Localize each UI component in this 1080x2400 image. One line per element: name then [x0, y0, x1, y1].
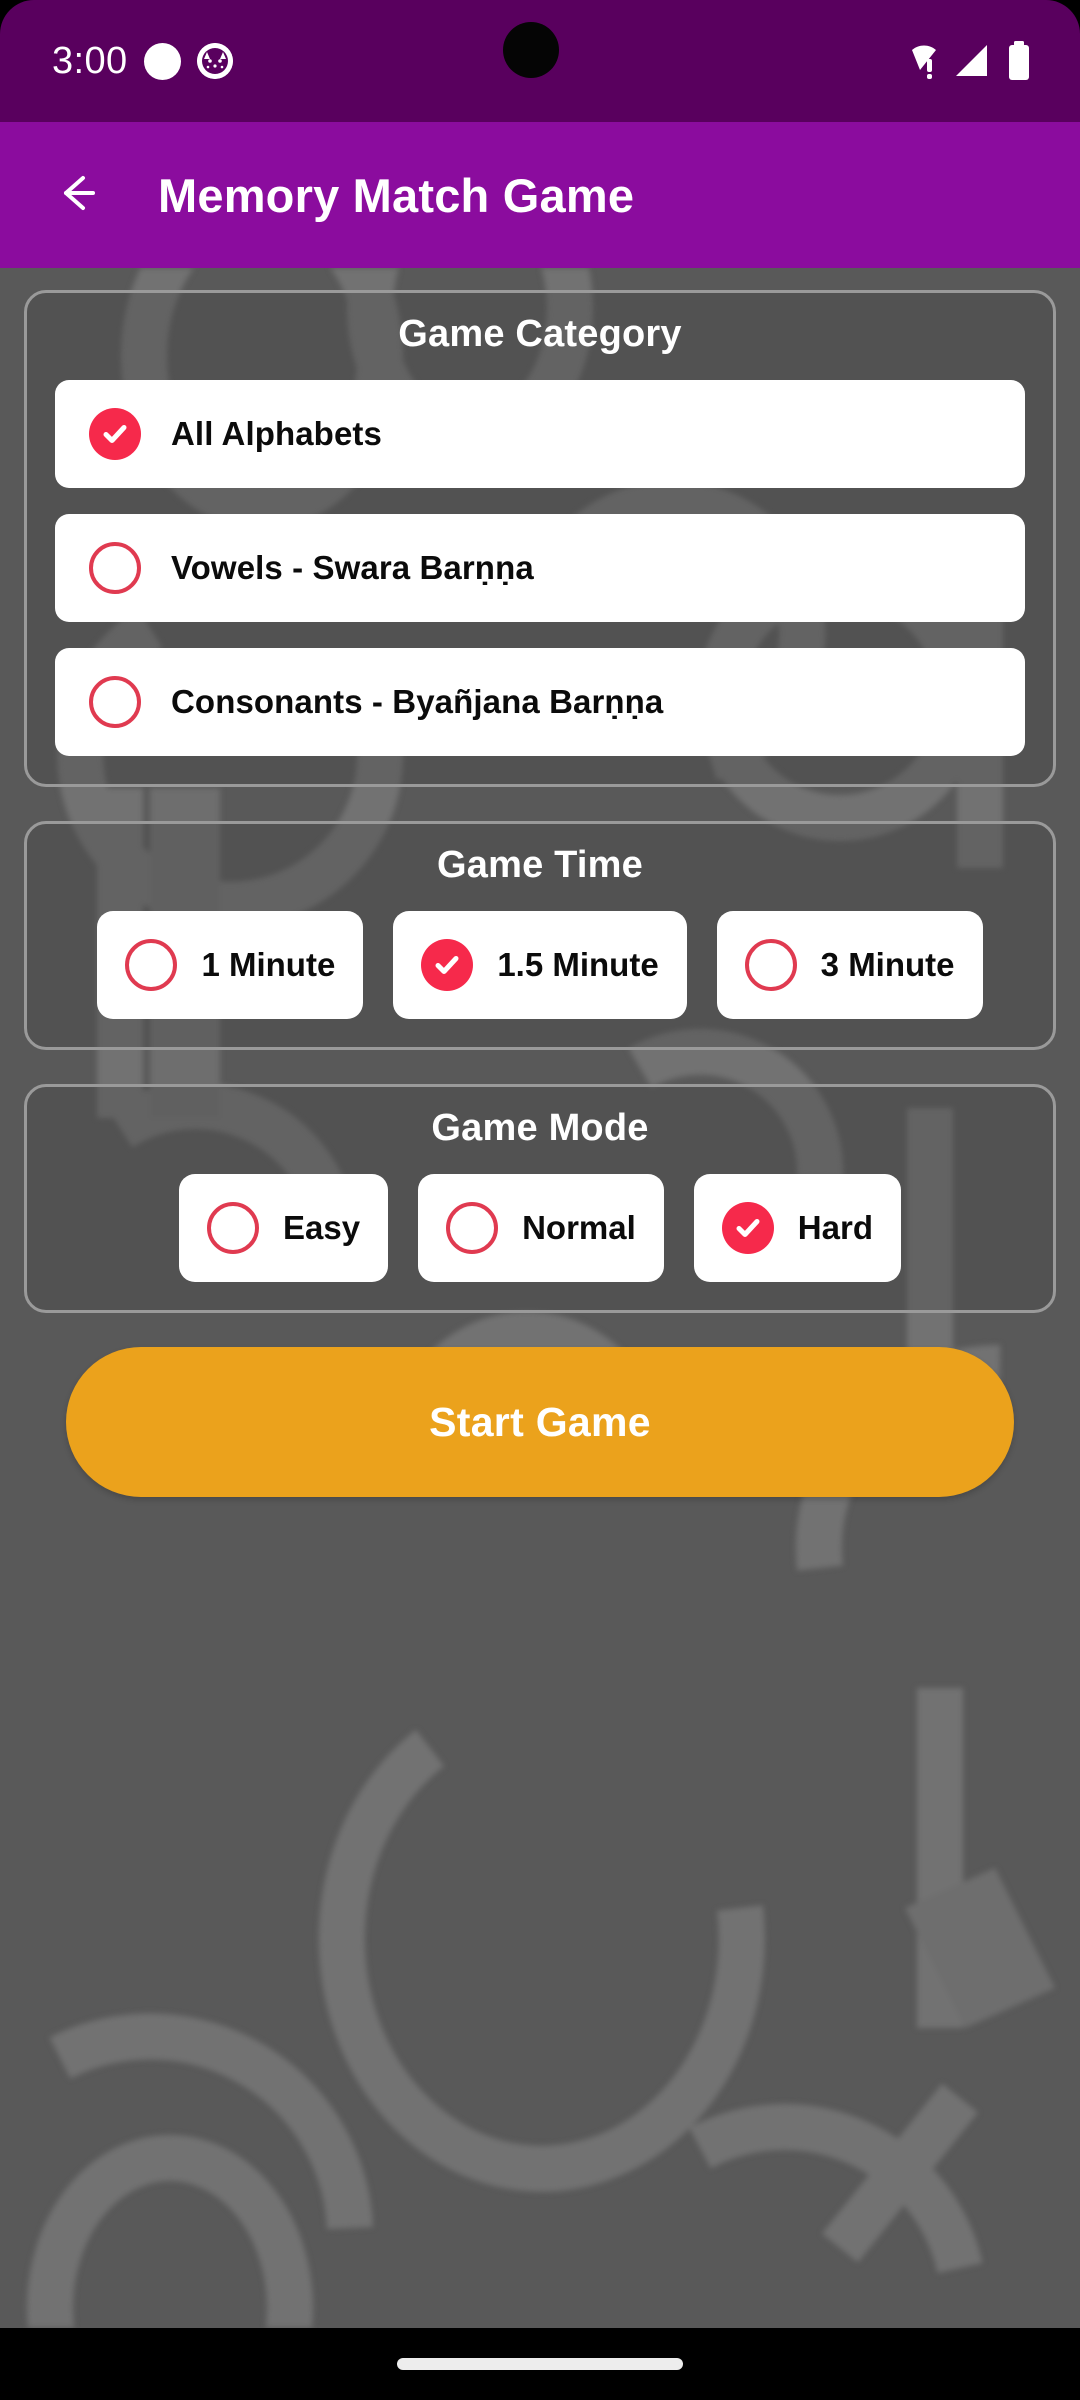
panel-game-time: Game Time 1 Minute 1.5 Minute 3 Minute	[24, 821, 1056, 1050]
radio-unchecked-icon	[744, 939, 797, 991]
status-bar-clock: 3:00	[52, 40, 128, 82]
option-normal[interactable]: Normal	[418, 1174, 664, 1282]
arrow-left-icon	[53, 168, 103, 223]
wifi-alert-icon	[896, 42, 940, 80]
notification-dot-icon	[143, 42, 181, 80]
gesture-nav-bar	[0, 2328, 1080, 2400]
radio-unchecked-icon	[89, 676, 141, 728]
option-label: Vowels - Swara Barṇṇa	[171, 549, 534, 586]
option-3-minute[interactable]: 3 Minute	[716, 911, 983, 1019]
app-bar: Memory Match Game	[0, 122, 1080, 268]
phone-screen: 3:00 Memory Match Game Game Category All…	[0, 0, 1080, 2400]
game-mode-options: Easy Normal Hard	[55, 1174, 1025, 1282]
radio-unchecked-icon	[125, 939, 178, 991]
radio-checked-icon	[721, 1202, 774, 1254]
home-gesture-pill[interactable]	[397, 2358, 683, 2370]
option-label: Normal	[522, 1209, 636, 1246]
option-1-5-minute[interactable]: 1.5 Minute	[393, 911, 687, 1019]
option-all-alphabets[interactable]: All Alphabets	[55, 380, 1025, 488]
start-game-label: Start Game	[429, 1398, 651, 1445]
option-label: Hard	[797, 1209, 873, 1246]
option-label: All Alphabets	[171, 415, 382, 452]
status-bar-left: 3:00	[0, 42, 233, 80]
camera-punch-hole	[503, 22, 559, 78]
option-easy[interactable]: Easy	[179, 1174, 389, 1282]
radio-checked-icon	[421, 939, 474, 991]
option-label: 3 Minute	[820, 946, 955, 983]
panel-title-game-mode: Game Mode	[431, 1107, 649, 1149]
panel-game-mode: Game Mode Easy Normal Hard	[24, 1084, 1056, 1313]
option-consonants[interactable]: Consonants - Byañjana Barṇṇa	[55, 648, 1025, 756]
page-title: Memory Match Game	[158, 168, 635, 222]
option-1-minute[interactable]: 1 Minute	[97, 911, 364, 1019]
main-content: Game Category All Alphabets Vowels - Swa…	[0, 268, 1080, 2328]
option-label: Easy	[283, 1209, 361, 1246]
start-game-button[interactable]: Start Game	[66, 1347, 1014, 1497]
radio-checked-icon	[89, 408, 141, 460]
option-label: 1 Minute	[201, 946, 336, 983]
settings-panels: Game Category All Alphabets Vowels - Swa…	[0, 268, 1080, 2328]
game-time-options: 1 Minute 1.5 Minute 3 Minute	[55, 911, 1025, 1019]
battery-icon	[1006, 41, 1032, 81]
radio-unchecked-icon	[207, 1202, 260, 1254]
panel-game-category: Game Category All Alphabets Vowels - Swa…	[24, 290, 1056, 787]
cellular-signal-icon	[954, 43, 992, 79]
app-badge-icon	[196, 43, 233, 79]
status-bar-right	[896, 41, 1080, 81]
back-button[interactable]	[30, 147, 126, 243]
panel-title-game-time: Game Time	[437, 844, 643, 886]
option-hard[interactable]: Hard	[693, 1174, 901, 1282]
option-vowels[interactable]: Vowels - Swara Barṇṇa	[55, 514, 1025, 622]
option-label: Consonants - Byañjana Barṇṇa	[171, 683, 664, 720]
option-label: 1.5 Minute	[497, 946, 659, 983]
panel-title-game-category: Game Category	[398, 313, 682, 355]
radio-unchecked-icon	[89, 542, 141, 594]
radio-unchecked-icon	[446, 1202, 499, 1254]
